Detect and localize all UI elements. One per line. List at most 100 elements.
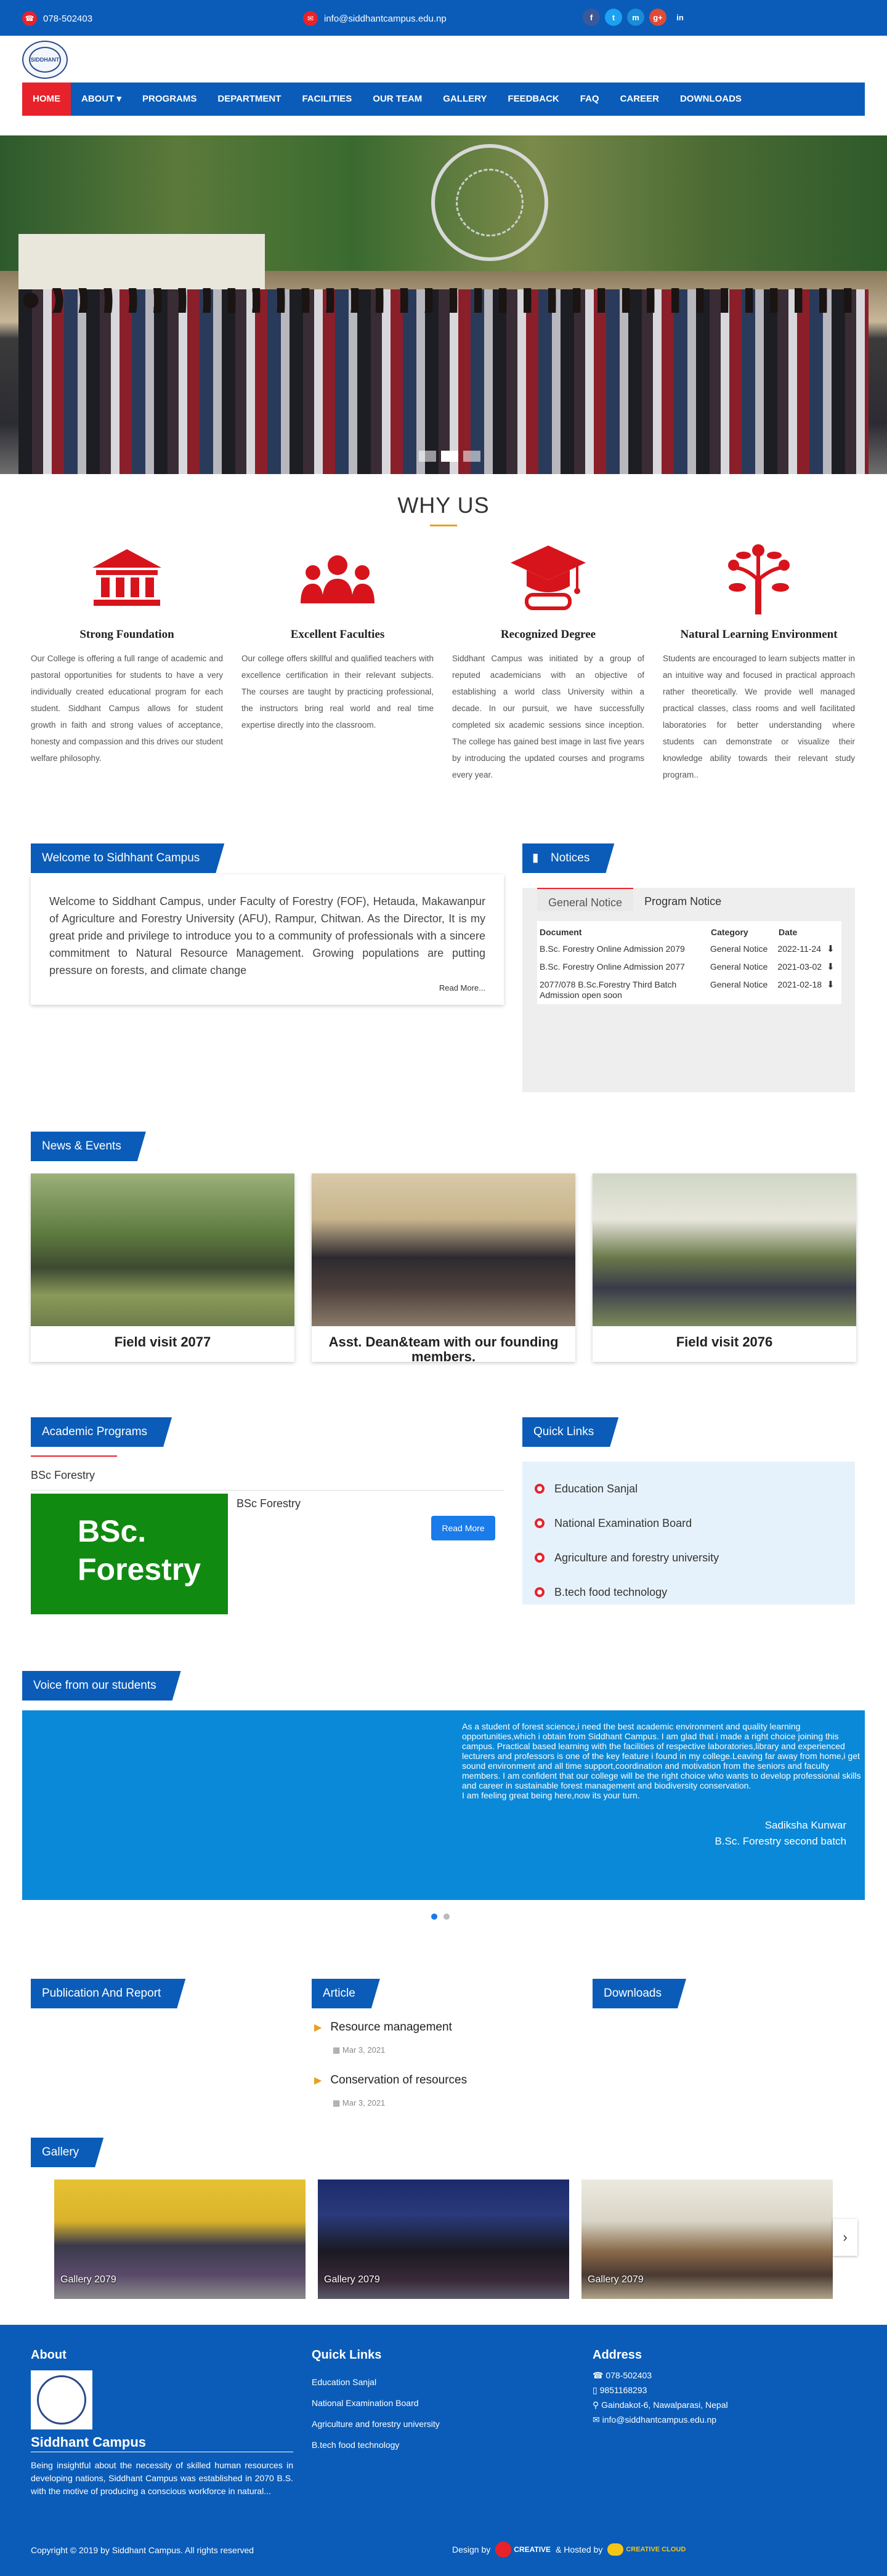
slider-dot-active[interactable] xyxy=(441,451,458,462)
topbar-email[interactable]: ✉ info@siddhantcampus.edu.np xyxy=(303,11,447,26)
gallery-image[interactable]: Gallery 2079 xyxy=(54,2180,306,2299)
nav-faq[interactable]: FAQ xyxy=(570,83,610,116)
team-icon xyxy=(241,542,434,616)
quick-link-item[interactable]: Agriculture and forestry university xyxy=(535,1540,843,1575)
tree-people-icon xyxy=(663,542,855,616)
news-image xyxy=(593,1173,856,1326)
phone-icon: ☎ xyxy=(593,2370,606,2380)
creative-logo[interactable]: CREATIVE xyxy=(495,2542,551,2558)
footer-mobile[interactable]: ▯ 9851168293 xyxy=(593,2383,728,2397)
why-item-recognized-degree: Recognized Degree Siddhant Campus was in… xyxy=(452,542,644,783)
footer-campus-name: Siddhant Campus xyxy=(31,2434,293,2452)
gallery-image[interactable]: Gallery 2079 xyxy=(318,2180,569,2299)
book-icon: ▮ xyxy=(532,851,539,864)
slider-dot[interactable] xyxy=(463,451,480,462)
article-item[interactable]: ▶ Conservation of resources ▦ Mar 3, 2021 xyxy=(314,2074,467,2108)
nav-department[interactable]: DEPARTMENT xyxy=(207,83,291,116)
news-card[interactable]: Field visit 2077 xyxy=(31,1173,294,1362)
nav-career[interactable]: CAREER xyxy=(610,83,670,116)
bullet-icon xyxy=(535,1553,545,1563)
gallery-next-button[interactable]: › xyxy=(833,2219,857,2256)
news-card[interactable]: Field visit 2076 xyxy=(593,1173,856,1362)
notice-row: 2077/078 B.Sc.Forestry Third Batch Admis… xyxy=(537,976,841,1004)
google-plus-icon[interactable]: g+ xyxy=(649,9,666,26)
facebook-icon[interactable]: f xyxy=(583,9,600,26)
main-nav: HOME ABOUT ▾ PROGRAMS DEPARTMENT FACILIT… xyxy=(22,83,865,116)
topbar-phone[interactable]: ☎ 078-502403 xyxy=(22,11,92,26)
notices-heading: ▮ Notices xyxy=(522,843,614,873)
institution-icon xyxy=(31,542,223,616)
nav-about[interactable]: ABOUT ▾ xyxy=(71,83,132,116)
slider-dot[interactable] xyxy=(444,1914,450,1920)
footer-address-title: Address xyxy=(593,2348,642,2362)
welcome-box: Welcome to Siddhant Campus, under Facult… xyxy=(31,874,504,1005)
title-underline xyxy=(430,525,457,526)
nav-feedback[interactable]: FEEDBACK xyxy=(497,83,569,116)
bsc-forestry-image: BSc. Forestry xyxy=(31,1494,228,1614)
hero-slider-dots xyxy=(419,451,480,462)
slider-dot[interactable] xyxy=(419,451,436,462)
footer-about-title: About xyxy=(31,2348,67,2362)
article-item[interactable]: ▶ Resource management ▦ Mar 3, 2021 xyxy=(314,2021,452,2055)
nav-gallery[interactable]: GALLERY xyxy=(432,83,497,116)
messenger-icon[interactable]: m xyxy=(627,9,644,26)
publication-heading: Publication And Report xyxy=(31,1979,185,2008)
notice-row: B.Sc. Forestry Online Admission 2077 Gen… xyxy=(537,958,841,976)
download-icon[interactable]: ⬇ xyxy=(827,944,839,954)
footer-link[interactable]: Agriculture and forestry university xyxy=(312,2413,440,2434)
footer-link[interactable]: National Examination Board xyxy=(312,2393,440,2413)
why-us-title: WHY US xyxy=(397,493,490,518)
article-date: ▦ Mar 3, 2021 xyxy=(333,2098,386,2107)
download-icon[interactable]: ⬇ xyxy=(827,962,839,972)
tab-program-notice[interactable]: Program Notice xyxy=(633,888,732,911)
news-image xyxy=(31,1173,294,1326)
nav-downloads[interactable]: DOWNLOADS xyxy=(670,83,752,116)
news-image xyxy=(312,1173,575,1326)
nav-our-team[interactable]: OUR TEAM xyxy=(362,83,432,116)
download-icon[interactable]: ⬇ xyxy=(827,980,839,1000)
notices-panel: General Notice Program Notice Document C… xyxy=(522,888,855,1092)
bullet-icon xyxy=(535,1484,545,1494)
social-links: f t m g+ in xyxy=(583,9,689,26)
news-card[interactable]: Asst. Dean&team with our founding member… xyxy=(312,1173,575,1364)
why-item-natural-learning: Natural Learning Environment Students ar… xyxy=(663,542,855,783)
chevron-right-icon: › xyxy=(843,2229,848,2245)
quick-link-item[interactable]: B.tech food technology xyxy=(535,1575,843,1609)
quick-link-item[interactable]: National Examination Board xyxy=(535,1506,843,1540)
program-title: BSc Forestry xyxy=(237,1497,301,1510)
mail-icon: ✉ xyxy=(303,11,318,26)
mail-icon: ✉ xyxy=(593,2415,602,2425)
read-more-button[interactable]: Read More xyxy=(431,1516,495,1540)
slider-dot-active[interactable] xyxy=(431,1914,437,1920)
welcome-read-more-link[interactable]: Read More... xyxy=(439,983,485,992)
nav-programs[interactable]: PROGRAMS xyxy=(132,83,207,116)
article-heading: Article xyxy=(312,1979,380,2008)
hero-slider-image xyxy=(0,135,887,474)
bullet-icon xyxy=(535,1518,545,1528)
voice-heading: Voice from our students xyxy=(22,1671,181,1701)
tab-general-notice[interactable]: General Notice xyxy=(537,888,634,911)
why-item-strong-foundation: Strong Foundation Our College is offerin… xyxy=(31,542,223,767)
footer-phone[interactable]: ☎ 078-502403 xyxy=(593,2368,728,2383)
phone-icon: ☎ xyxy=(22,11,37,26)
footer-quick-links-title: Quick Links xyxy=(312,2348,382,2362)
tab-bsc-forestry[interactable]: BSc Forestry xyxy=(31,1469,95,1482)
arrow-right-icon: ▶ xyxy=(314,2075,322,2086)
footer-link[interactable]: B.tech food technology xyxy=(312,2434,440,2455)
top-bar: ☎ 078-502403 ✉ info@siddhantcampus.edu.np … xyxy=(0,0,887,36)
footer: About Siddhant Campus Being insightful a… xyxy=(0,2325,887,2576)
quick-links-heading: Quick Links xyxy=(522,1417,618,1447)
campus-logo[interactable]: SIDDHANT xyxy=(22,41,68,79)
footer-link[interactable]: Education Sanjal xyxy=(312,2372,440,2393)
twitter-icon[interactable]: t xyxy=(605,9,622,26)
footer-email[interactable]: ✉ info@siddhantcampus.edu.np xyxy=(593,2412,728,2427)
nav-home[interactable]: HOME xyxy=(22,83,71,116)
gallery-heading: Gallery xyxy=(31,2138,103,2167)
credits: Design by CREATIVE & Hosted by CREATIVE … xyxy=(452,2542,686,2558)
linkedin-icon[interactable]: in xyxy=(671,9,689,26)
testimonial-name: Sadiksha Kunwar xyxy=(764,1819,846,1831)
gallery-image[interactable]: Gallery 2079 xyxy=(581,2180,833,2299)
creative-cloud-logo[interactable]: CREATIVE CLOUD xyxy=(607,2543,686,2556)
nav-facilities[interactable]: FACILITIES xyxy=(291,83,362,116)
quick-link-item[interactable]: Education Sanjal xyxy=(535,1471,843,1506)
